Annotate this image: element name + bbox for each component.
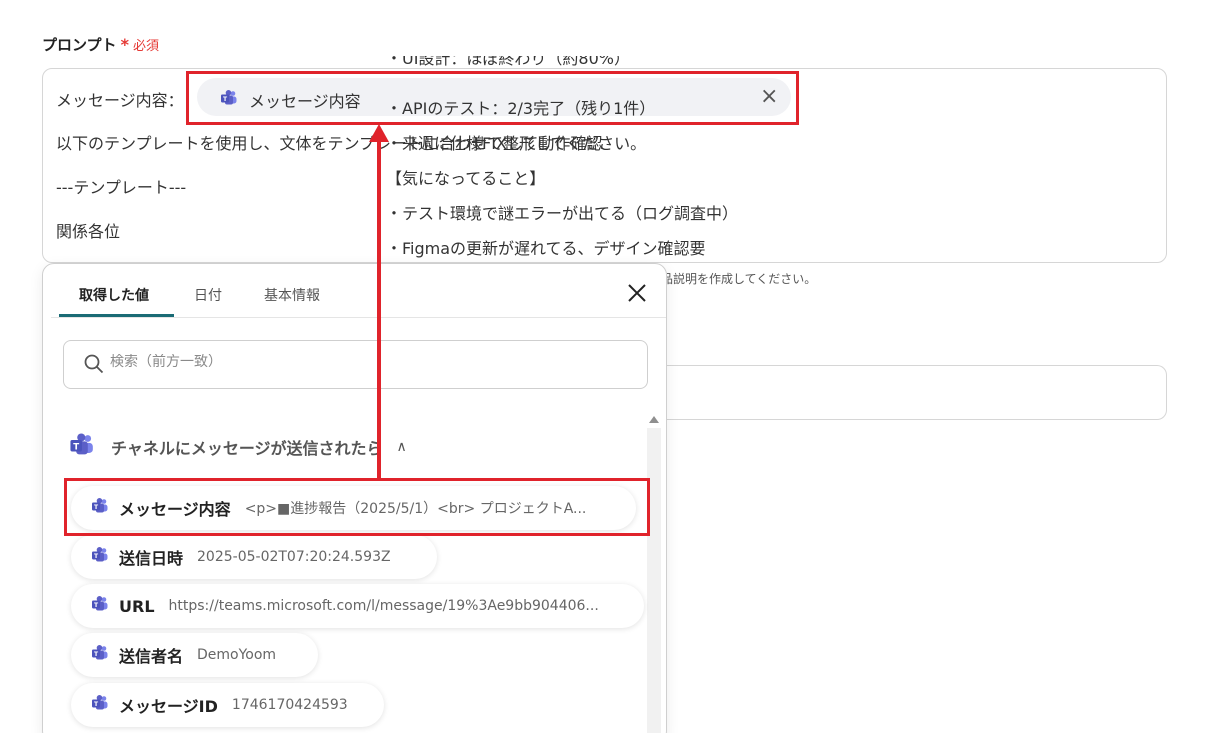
prompt-line-3: ---テンプレート--- [56,178,187,197]
value-item-value: https://teams.microsoft.com/l/message/19… [168,598,599,614]
value-item-url[interactable]: T URL https://teams.microsoft.com/l/mess… [71,584,644,628]
tab-date[interactable]: 日付 [194,285,222,305]
scrollbar-track[interactable] [647,428,661,733]
value-item-sender-name[interactable]: T 送信者名 DemoYoom [71,633,318,677]
message-preview-line-2: ・来週に仕様FIXして動作確認 [386,134,603,153]
value-item-sent-datetime[interactable]: T 送信日時 2025-05-02T07:20:24.593Z [71,535,437,579]
annotation-arrow-head [369,124,389,142]
value-item-value: DemoYoom [197,647,277,663]
value-item-name: 送信日時 [119,549,184,568]
prompt-hint: 商品説明を作成してください。 [667,266,867,288]
teams-icon: T [91,694,109,716]
teams-icon: T [67,432,97,462]
close-icon[interactable] [626,282,648,304]
chevron-up-icon[interactable]: ∧ [397,439,407,455]
required-star: * [120,35,129,54]
next-input-field[interactable] [660,365,1167,420]
item-highlight-box [64,478,650,536]
value-item-name: メッセージID [119,697,218,716]
teams-icon: T [91,644,109,666]
field-label-text: プロンプト [42,36,117,54]
search-icon [84,354,104,378]
prompt-line-4: 関係各位 [56,222,121,241]
value-item-message-id[interactable]: T メッセージID 1746170424593 [71,683,384,727]
message-preview-line-5: ・Figmaの更新が遅れてる、デザイン確認要 [386,239,706,258]
prompt-line-1: メッセージ内容： [56,91,184,110]
message-preview-line-3: 【気になってること】 [386,169,546,188]
prompt-field-label: プロンプト * 必須 [42,34,159,55]
prompt-hint-text: 商品説明を作成してください。 [667,272,817,286]
required-badge: 必須 [132,39,159,54]
annotation-arrow-shaft [377,138,381,480]
tab-divider [51,317,666,318]
tab-acquired-values[interactable]: 取得した値 [79,285,149,305]
value-item-value: 1746170424593 [231,697,348,713]
message-preview-line-4: ・テスト環境で謎エラーが出てる（ログ調査中） [386,204,739,223]
search-input[interactable] [110,354,630,370]
teams-icon: T [91,595,109,617]
teams-icon: T [91,546,109,568]
svg-text:T: T [73,442,79,452]
scroll-up-arrow[interactable] [649,416,659,423]
value-item-value: 2025-05-02T07:20:24.593Z [197,549,391,565]
trigger-section-header[interactable]: T チャネルにメッセージが送信されたら ∧ [67,432,407,462]
search-field[interactable] [63,340,648,389]
trigger-section-title: チャネルにメッセージが送信されたら [111,439,383,458]
token-highlight-box [186,71,799,125]
tab-basic-info[interactable]: 基本情報 [264,285,320,305]
value-item-name: URL [119,596,155,616]
value-item-name: 送信者名 [119,647,184,666]
